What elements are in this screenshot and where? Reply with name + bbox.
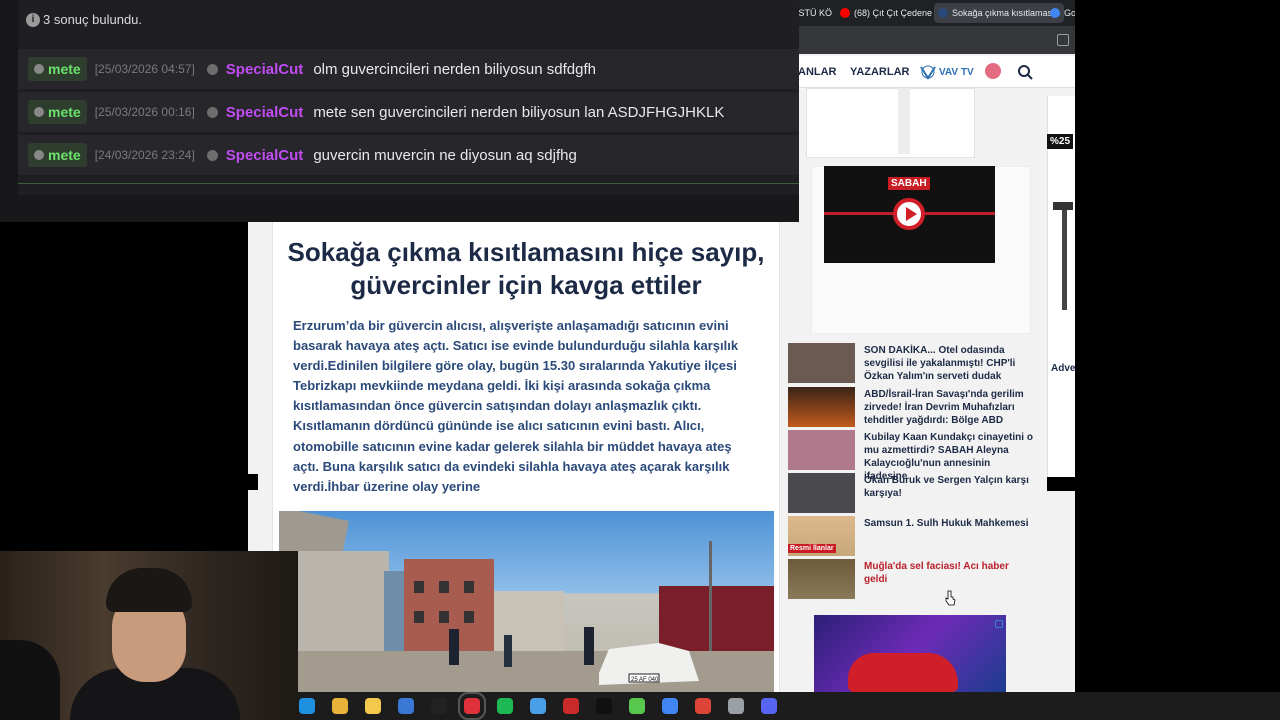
status-dot-icon xyxy=(206,106,218,118)
vavtv-label: VAV TV xyxy=(939,66,974,78)
tab-3-label: Sokağa çıkma kısıtlamasın xyxy=(952,8,1060,18)
result-count-text: 3 sonuç bulundu. xyxy=(43,12,143,27)
app-icon[interactable] xyxy=(530,698,546,714)
avatar xyxy=(34,64,44,74)
news-item[interactable]: Muğla'da sel faciası! Acı haber geldi xyxy=(788,559,1032,599)
video-line-right xyxy=(925,212,995,215)
scroll-marker-left xyxy=(248,474,258,490)
news-thumbnail xyxy=(788,559,855,599)
user-badge: mete xyxy=(28,57,87,81)
open-external-icon[interactable] xyxy=(1057,34,1069,46)
nvidia-icon[interactable] xyxy=(629,698,645,714)
news-title: ABD/İsrail-İran Savaşı'nda gerilim zirve… xyxy=(864,389,1024,426)
message-timestamp: [24/03/2026 23:24] xyxy=(94,148,195,162)
news-thumbnail xyxy=(788,343,855,383)
youtube-icon xyxy=(840,8,850,18)
spotify-icon[interactable] xyxy=(497,698,513,714)
badge-label: mete xyxy=(48,104,81,120)
vavtv-logo-icon xyxy=(920,65,936,80)
google-icon xyxy=(1050,8,1060,18)
desk-image xyxy=(1050,202,1075,312)
nav-item-anlar[interactable]: ANLAR xyxy=(798,66,837,78)
news-title: SON DAKİKA... Otel odasında sevgilisi il… xyxy=(864,345,1016,382)
ad-product-image xyxy=(898,88,910,154)
mail-icon[interactable] xyxy=(398,698,414,714)
street-scene-image: 25 AF 040 xyxy=(279,511,774,692)
snipping-tool-icon[interactable] xyxy=(431,698,447,714)
message-timestamp: [25/03/2026 00:16] xyxy=(94,105,195,119)
news-item[interactable]: Okan Buruk ve Sergen Yalçın karşı karşıy… xyxy=(788,473,1032,513)
hand-cursor-icon xyxy=(945,590,956,606)
chat-message[interactable]: mete [24/03/2026 23:24] SpecialCut guver… xyxy=(18,135,799,175)
news-thumbnail xyxy=(788,430,855,470)
info-icon: i xyxy=(26,12,40,27)
news-item[interactable]: Kubilay Kaan Kundakçı cinayetini o mu az… xyxy=(788,430,1033,482)
news-title: Samsun 1. Sulh Hukuk Mahkemesi xyxy=(864,518,1029,529)
ad-label: Adve xyxy=(1051,363,1075,374)
status-dot-icon xyxy=(206,63,218,75)
chrome-icon[interactable] xyxy=(662,698,678,714)
chat-message[interactable]: mete [25/03/2026 00:16] SpecialCut mete … xyxy=(18,92,799,132)
message-timestamp: [25/03/2026 04:57] xyxy=(94,62,195,76)
status-dot-icon xyxy=(206,149,218,161)
message-text: mete sen guvercincileri nerden biliyosun… xyxy=(313,103,725,121)
article-photo[interactable]: 25 AF 040 xyxy=(279,511,774,692)
chat-divider xyxy=(18,183,799,184)
search-result-count: i 3 sonuç bulundu. xyxy=(26,12,142,27)
resmi-ilanlar-badge: Resmi İlanlar xyxy=(788,544,836,553)
message-author[interactable]: SpecialCut xyxy=(226,147,304,164)
user-badge: mete xyxy=(28,143,87,167)
nav-item-yazarlar[interactable]: YAZARLAR xyxy=(850,66,910,78)
tab-2-label: (68) Çıt Çıt Çedene - xyxy=(854,8,938,18)
news-title: Okan Buruk ve Sergen Yalçın karşı karşıy… xyxy=(864,475,1029,499)
news-title: Muğla'da sel faciası! Acı haber geldi xyxy=(864,561,1009,585)
edge-icon[interactable] xyxy=(299,698,315,714)
message-author[interactable]: SpecialCut xyxy=(226,104,304,121)
ad-banner-top[interactable] xyxy=(806,88,975,158)
message-text: guvercin muvercin ne diyosun aq sdjfhg xyxy=(313,146,577,164)
license-plate: 25 AF 040 xyxy=(631,677,659,683)
search-icon[interactable] xyxy=(1017,64,1033,80)
microsoft-store-icon[interactable] xyxy=(365,698,381,714)
scroll-marker-right xyxy=(1047,477,1075,491)
sabah-logo: SABAH xyxy=(888,177,930,190)
brand-logo-icon[interactable] xyxy=(985,63,1001,79)
news-item[interactable]: SON DAKİKA... Otel odasında sevgilisi il… xyxy=(788,343,1032,383)
badge-label: mete xyxy=(48,147,81,163)
car-image xyxy=(848,653,958,692)
terminal-icon[interactable] xyxy=(596,698,612,714)
news-thumbnail xyxy=(788,387,855,427)
badge-label: mete xyxy=(48,61,81,77)
vavtv-link[interactable]: VAV TV xyxy=(920,64,974,80)
play-icon xyxy=(906,207,917,221)
sabah-favicon-icon xyxy=(938,8,948,18)
video-line-left xyxy=(824,212,894,215)
article-lead: Erzurum’da bir güvercin alıcısı, alışver… xyxy=(293,318,739,494)
discount-badge: %25 xyxy=(1047,134,1074,149)
avatar xyxy=(34,107,44,117)
news-item[interactable]: ABD/İsrail-İran Savaşı'nda gerilim zirve… xyxy=(788,387,1032,427)
news-thumbnail xyxy=(788,473,855,513)
tab-article[interactable]: Sokağa çıkma kısıtlamasın xyxy=(934,3,1064,23)
tool-icon[interactable] xyxy=(728,698,744,714)
game-icon[interactable] xyxy=(563,698,579,714)
avatar xyxy=(34,150,44,160)
chat-message[interactable]: mete [25/03/2026 04:57] SpecialCut olm g… xyxy=(18,49,799,89)
message-author[interactable]: SpecialCut xyxy=(226,61,304,78)
adchoices-icon[interactable] xyxy=(995,620,1003,628)
user-badge: mete xyxy=(28,100,87,124)
message-text: olm guvercincileri nerden biliyosun sdfd… xyxy=(313,60,596,78)
article-title: Sokağa çıkma kısıtlamasını hiçe sayıp, g… xyxy=(287,237,765,300)
tab-youtube[interactable]: (68) Çıt Çıt Çedene - xyxy=(836,3,942,23)
tab-google[interactable]: Goo xyxy=(1046,3,1075,23)
chrome-icon-2[interactable] xyxy=(695,698,711,714)
tab-4-label: Goo xyxy=(1064,8,1075,18)
opera-gx-icon[interactable] xyxy=(458,692,486,720)
discord-icon[interactable] xyxy=(761,698,777,714)
file-explorer-icon[interactable] xyxy=(332,698,348,714)
